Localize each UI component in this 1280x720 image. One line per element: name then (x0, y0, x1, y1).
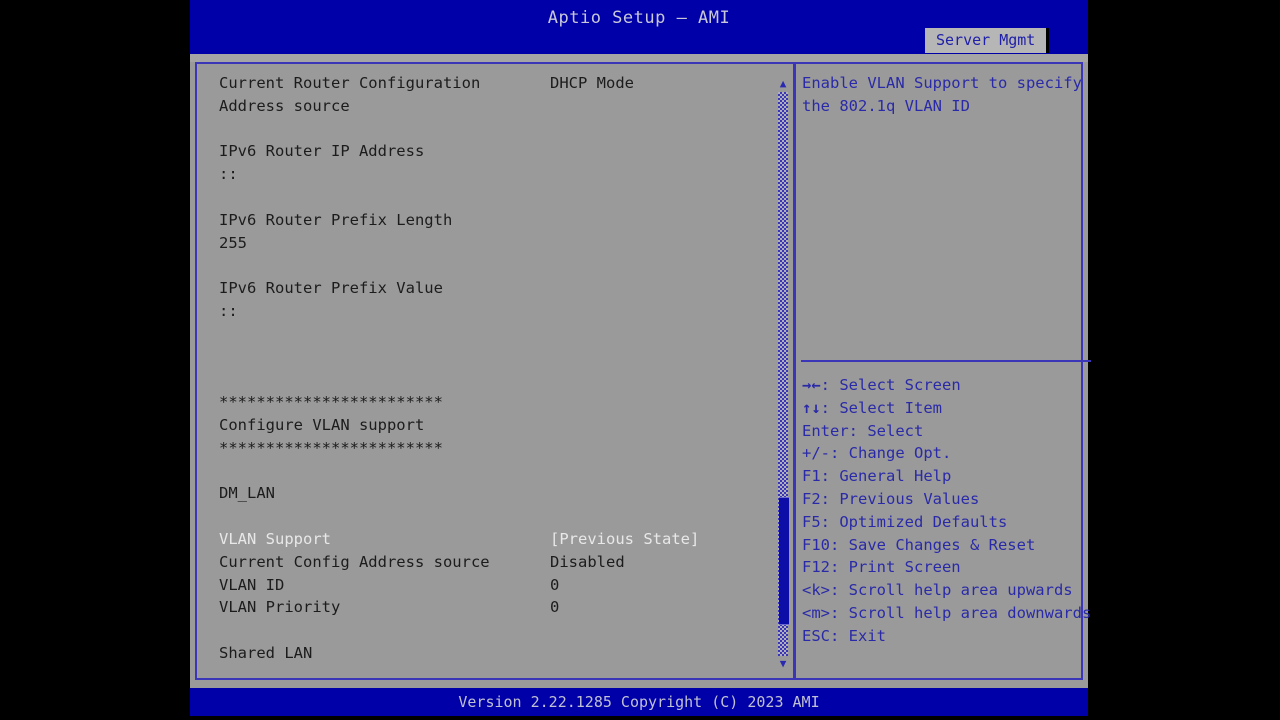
arrow-keys-icon: →← (802, 376, 821, 394)
option-label: Address source (219, 96, 350, 115)
key-legend-text: : Select Screen (820, 376, 961, 394)
option-row[interactable]: 255 (219, 232, 779, 255)
key-legend-item: F1: General Help (802, 465, 1092, 488)
key-legend-item: +/-: Change Opt. (802, 442, 1092, 465)
option-row[interactable]: ************************ (219, 437, 779, 460)
key-legend: →←: Select Screen ↑↓: Select Item Enter: S… (802, 374, 1092, 648)
key-legend-text: F1: General Help (802, 467, 952, 486)
version-copyright: Version 2.22.1285 Copyright (C) 2023 AMI (458, 693, 820, 711)
page-title: Aptio Setup – AMI (547, 8, 731, 28)
arrow-keys-icon: ↑↓ (802, 398, 821, 417)
key-legend-text: F12: Print Screen (802, 558, 961, 577)
bios-window: Aptio Setup – AMI Server Mgmt Current Ro… (190, 0, 1091, 716)
key-legend-text: <k>: Scroll help area upwards (802, 581, 1073, 600)
key-legend-item: F5: Optimized Defaults (802, 511, 1092, 534)
key-legend-item: ESC: Exit (802, 625, 1092, 648)
option-label: ************************ (219, 438, 443, 457)
key-legend-text: F5: Optimized Defaults (802, 512, 1008, 531)
option-label: DM_LAN (219, 484, 275, 503)
option-label: Shared LAN (219, 643, 313, 662)
key-legend-text: +/-: Change Opt. (802, 444, 952, 463)
key-legend-text: F2: Previous Values (802, 489, 980, 508)
tab-server-mgmt[interactable]: Server Mgmt (925, 28, 1047, 53)
option-row-selected[interactable]: VLAN Support [Previous State] (219, 528, 779, 551)
option-label: IPv6 Router Prefix Value (219, 279, 443, 298)
option-row[interactable]: Address source (219, 95, 779, 118)
help-pane: Enable VLAN Support to specify the 802.1… (797, 64, 1091, 678)
option-row[interactable]: ************************ (219, 391, 779, 414)
option-value[interactable]: Disabled (550, 551, 625, 574)
key-legend-text: Enter: Select (802, 421, 924, 440)
option-row (219, 368, 779, 391)
help-separator (801, 360, 1091, 362)
option-row[interactable]: IPv6 Router Prefix Length (219, 209, 779, 232)
option-row (219, 254, 779, 277)
option-label: :: (219, 301, 238, 320)
option-row (219, 346, 779, 369)
content-frame: Current Router Configuration DHCP Mode Add… (195, 62, 1091, 680)
footer-bar: Version 2.22.1285 Copyright (C) 2023 AMI (190, 688, 1088, 716)
tab-strip: Server Mgmt (925, 28, 1047, 54)
option-row[interactable]: Shared LAN (219, 642, 779, 665)
option-row[interactable]: IPv6 Router IP Address (219, 140, 779, 163)
option-label: 255 (219, 233, 247, 252)
option-row[interactable]: VLAN ID 0 (219, 574, 779, 597)
option-row (219, 460, 779, 483)
option-row[interactable]: :: (219, 163, 779, 186)
option-row[interactable]: :: (219, 300, 779, 323)
option-row (219, 118, 779, 141)
option-label: VLAN ID (219, 575, 285, 594)
option-label: VLAN Priority (219, 598, 341, 617)
options-scrollbar[interactable]: ▲ ▼ (776, 78, 790, 670)
help-description: Enable VLAN Support to specify the 802.1… (802, 74, 1082, 115)
options-pane: Current Router Configuration DHCP Mode Add… (197, 64, 790, 678)
key-legend-item: ↑↓: Select Item (802, 397, 1092, 420)
scroll-up-arrow-icon[interactable]: ▲ (776, 78, 790, 90)
option-label: IPv6 Router Prefix Length (219, 210, 453, 229)
scrollbar-thumb[interactable] (779, 497, 789, 625)
key-legend-item: F12: Print Screen (802, 556, 1092, 579)
titlebar-underline (190, 54, 1088, 62)
option-value[interactable]: 0 (550, 596, 559, 619)
option-row (219, 186, 779, 209)
option-row[interactable]: IPv6 Router Prefix Value (219, 277, 779, 300)
option-label: ************************ (219, 393, 443, 412)
option-label: Current Router Configuration (219, 74, 481, 92)
option-value[interactable]: DHCP Mode (550, 72, 634, 95)
option-value[interactable]: 0 (550, 574, 559, 597)
option-value[interactable]: [Previous State] (550, 528, 699, 551)
option-label: :: (219, 165, 238, 184)
option-row[interactable]: Current Router Configuration DHCP Mode (219, 72, 779, 95)
key-legend-text: ESC: Exit (802, 626, 886, 645)
scrollbar-track[interactable] (778, 92, 789, 656)
key-legend-item: Enter: Select (802, 420, 1092, 443)
key-legend-item: <k>: Scroll help area upwards (802, 579, 1092, 602)
pane-divider (793, 64, 796, 678)
screen-root: Aptio Setup – AMI Server Mgmt Current Ro… (0, 0, 1280, 720)
option-row (219, 323, 779, 346)
key-legend-text: : Select Item (820, 398, 942, 417)
scroll-down-arrow-icon[interactable]: ▼ (776, 658, 790, 670)
key-legend-item: <m>: Scroll help area downwards (802, 602, 1092, 625)
option-row[interactable]: VLAN Priority 0 (219, 596, 779, 619)
option-row (219, 505, 779, 528)
key-legend-text: F10: Save Changes & Reset (802, 535, 1036, 554)
option-row (219, 619, 779, 642)
option-label: IPv6 Router IP Address (219, 142, 425, 161)
option-row[interactable]: Current Config Address source Disabled (219, 551, 779, 574)
option-label: Configure VLAN support (219, 415, 425, 434)
key-legend-item: →←: Select Screen (802, 374, 1092, 397)
option-label: Current Config Address source (219, 552, 490, 571)
option-row[interactable]: Configure VLAN support (219, 414, 779, 437)
key-legend-item: F10: Save Changes & Reset (802, 534, 1092, 557)
options-list: Current Router Configuration DHCP Mode Add… (219, 72, 779, 665)
option-label: VLAN Support (219, 529, 331, 548)
option-row[interactable]: DM_LAN (219, 482, 779, 505)
key-legend-item: F2: Previous Values (802, 488, 1092, 511)
key-legend-text: <m>: Scroll help area downwards (802, 603, 1092, 622)
